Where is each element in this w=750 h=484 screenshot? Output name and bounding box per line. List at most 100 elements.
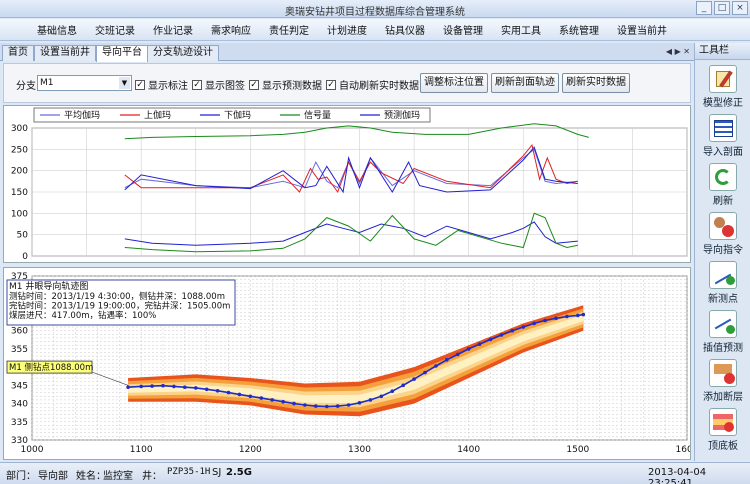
edit-model-icon	[709, 65, 737, 93]
menu-item[interactable]: 责任判定	[269, 22, 309, 37]
legend-label: 信号量	[304, 109, 331, 121]
info-box-line: 煤层进尺：417.00m，钻遇率：100%	[9, 310, 156, 321]
survey-point	[346, 403, 351, 407]
survey-point	[194, 386, 198, 390]
gamma-log-svg: 0 50 100 150 200 250 300 平均伽玛 上伽玛 下伽玛 信号量 预测伽玛	[11, 107, 688, 262]
checkbox-show-prediction[interactable]: ✓ 显示预测数据	[249, 77, 322, 92]
toolbox-item[interactable]: 刷新	[698, 161, 748, 208]
checkbox-box[interactable]: ✓	[135, 79, 145, 90]
survey-point	[172, 384, 176, 389]
survey-point	[554, 316, 558, 321]
survey-point	[434, 364, 438, 368]
app-window: 奥瑞安钻井项目过程数据库综合管理系统 _ □ × 基础信息 交班记录 作业记录 …	[0, 0, 750, 484]
menu-item[interactable]: 作业记录	[153, 22, 193, 37]
menu-item[interactable]: 需求响应	[211, 22, 251, 37]
checkbox-box[interactable]: ✓	[249, 79, 259, 90]
survey-point	[281, 399, 285, 404]
x-tick-label: 1200	[239, 445, 262, 455]
version-label: 2.5G	[226, 467, 252, 478]
survey-point	[259, 396, 264, 400]
menu-item[interactable]: 交班记录	[95, 22, 135, 37]
branch-select[interactable]: M1 ▼	[37, 75, 132, 91]
refresh-realtime-button[interactable]: 刷新实时数据	[562, 73, 630, 93]
menu-item[interactable]: 实用工具	[501, 22, 541, 37]
steering-command-icon	[709, 212, 737, 240]
survey-point	[248, 394, 253, 399]
checkbox-show-signature[interactable]: ✓ 显示图签	[192, 77, 245, 92]
interpolation-icon	[709, 310, 737, 338]
y-tick-label: 0	[22, 252, 28, 262]
survey-point	[226, 390, 231, 395]
chevron-down-icon[interactable]: ▼	[119, 77, 130, 89]
tab-branch-trajectory-design[interactable]: 分支轨迹设计	[147, 45, 219, 61]
tab-steering-platform[interactable]: 导向平台	[96, 45, 148, 62]
menu-item[interactable]: 计划进度	[327, 22, 367, 37]
branch-select-value: M1	[40, 78, 54, 88]
tab-bar: 首页 设置当前井 导向平台 分支轨迹设计 ◀ ▶ ✕	[0, 43, 694, 62]
toolbox-item[interactable]: 顶底板	[698, 406, 748, 453]
y-tick-label: 355	[11, 345, 28, 355]
checkbox-show-annotation[interactable]: ✓ 显示标注	[135, 77, 188, 92]
y-tick-label: 200	[11, 167, 28, 177]
name-label: 姓名：	[76, 471, 106, 482]
survey-point	[368, 398, 373, 402]
survey-point	[565, 314, 569, 319]
menu-item[interactable]: 系统管理	[559, 22, 599, 37]
adjust-annotation-button[interactable]: 调整标注位置	[420, 73, 488, 93]
survey-point	[237, 392, 242, 397]
y-tick-label: 100	[11, 209, 28, 219]
toolbox-item-label: 模型修正	[703, 98, 743, 109]
y-tick-label: 300	[11, 124, 28, 134]
survey-point	[126, 385, 130, 389]
survey-point	[477, 342, 482, 346]
info-box-line: 测钻时间：2013/1/19 4:30:00，侧钻井深：1088.00m	[9, 291, 225, 302]
new-survey-point-icon	[709, 261, 737, 289]
toolbox-item[interactable]: 新测点	[698, 259, 748, 306]
minimize-icon[interactable]: _	[696, 1, 712, 15]
toolbox-item[interactable]: 添加断层	[698, 357, 748, 404]
toolbox-title: 工具栏	[695, 43, 750, 60]
toolbox-item-label: 新测点	[708, 294, 738, 305]
survey-point	[335, 404, 340, 408]
add-fault-icon	[709, 359, 737, 387]
survey-point	[488, 337, 493, 342]
survey-point	[161, 383, 165, 388]
menu-item[interactable]: 钻具仪器	[385, 22, 425, 37]
toolbox-item-label: 添加断层	[703, 392, 743, 403]
trajectory-svg: 3303353403453503553603653703751000110012…	[6, 272, 699, 455]
checkbox-auto-refresh[interactable]: ✓ 自动刷新实时数据	[326, 77, 419, 92]
y-tick-label: 150	[11, 188, 28, 198]
survey-point	[325, 404, 329, 409]
window-title: 奥瑞安钻井项目过程数据库综合管理系统	[285, 7, 465, 18]
toolbox-item[interactable]: 导入剖面	[698, 112, 748, 159]
info-box-line: 完钻时间：2013/1/19 19:00:00，完钻井深：1505.00m	[9, 301, 230, 312]
tab-set-current-well[interactable]: 设置当前井	[34, 45, 96, 61]
survey-point	[314, 404, 318, 408]
maximize-icon[interactable]: □	[714, 1, 730, 15]
info-box-title: M1 井眼导向轨迹图	[9, 280, 88, 292]
datetime: 2013-04-04 23:25:41	[648, 467, 707, 484]
refresh-profile-button[interactable]: 刷新剖面轨迹	[491, 73, 559, 93]
menu-item[interactable]: 设置当前井	[617, 22, 667, 37]
survey-point	[499, 333, 504, 337]
tab-home[interactable]: 首页	[2, 45, 34, 61]
annotation-text: M1 侧钻点1088.00m	[9, 362, 93, 373]
well-value: PZP35-1H	[167, 467, 211, 477]
toolbox-item[interactable]: 插值预测	[698, 308, 748, 355]
toolbox-item[interactable]: 导向指令	[698, 210, 748, 257]
tab-scroll-arrows-icon[interactable]: ◀ ▶ ✕	[666, 47, 690, 56]
menu-item[interactable]: 基础信息	[37, 22, 77, 37]
toolbox-item[interactable]: 模型修正	[698, 63, 748, 110]
survey-point	[581, 312, 586, 317]
close-icon[interactable]: ×	[732, 1, 748, 15]
y-tick-label: 345	[11, 381, 28, 391]
control-bar: 分支 M1 ▼ ✓ 显示标注 ✓ 显示图签 ✓ 显示预测数据 ✓ 自动刷新实时数…	[3, 63, 691, 103]
survey-point	[412, 377, 416, 381]
survey-point	[183, 385, 187, 389]
menu-item[interactable]: 设备管理	[443, 22, 483, 37]
checkbox-box[interactable]: ✓	[192, 79, 202, 90]
menu-bar: 基础信息 交班记录 作业记录 需求响应 责任判定 计划进度 钻具仪器 设备管理 …	[0, 19, 750, 41]
checkbox-box[interactable]: ✓	[326, 79, 336, 90]
x-tick-label: 1500	[566, 445, 589, 455]
refresh-icon	[709, 163, 737, 191]
